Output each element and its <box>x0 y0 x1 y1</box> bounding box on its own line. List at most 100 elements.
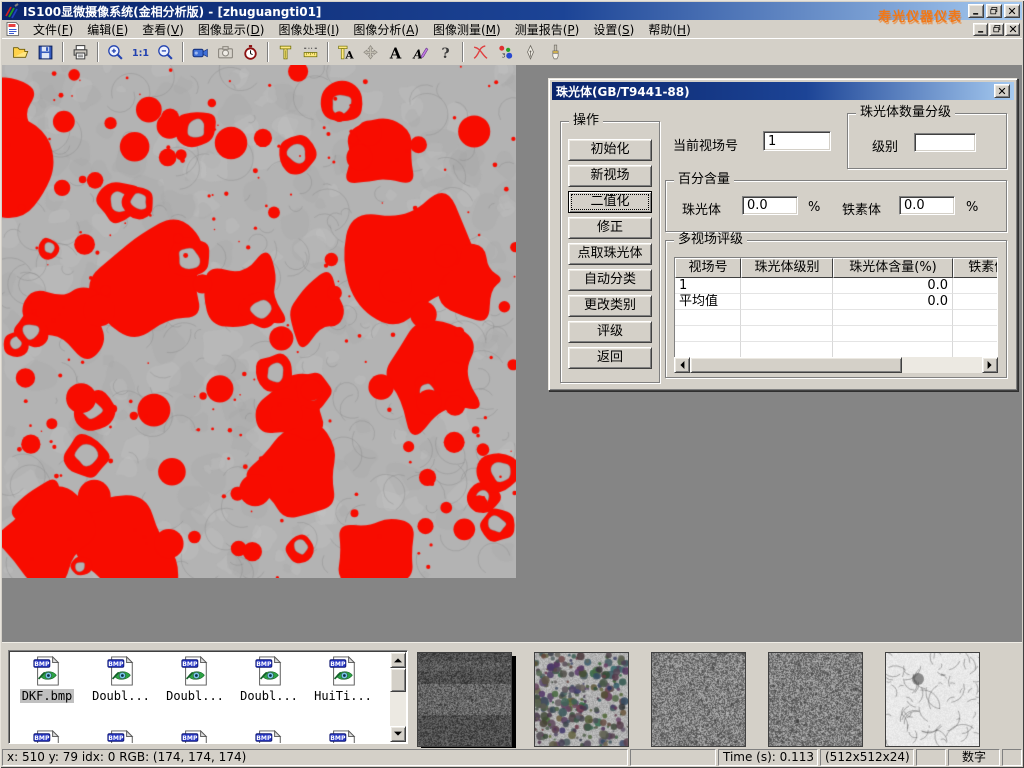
table-row[interactable] <box>675 342 998 358</box>
operation-group: 操作 初始化新视场二值化修正点取珠光体自动分类更改类别评级返回 <box>560 121 660 383</box>
table-row[interactable] <box>675 310 998 326</box>
op-button-2[interactable]: 新视场 <box>568 165 652 187</box>
grade-level-input[interactable] <box>914 133 976 152</box>
op-button-8[interactable]: 评级 <box>568 321 652 343</box>
table-row[interactable]: 10.0 <box>675 278 998 294</box>
menu-i[interactable]: 图像处理(I) <box>271 22 346 38</box>
move-button[interactable] <box>358 41 383 64</box>
actual-size-icon: 1:1 <box>132 44 149 61</box>
table-header-4[interactable]: 铁素体含量(%) <box>953 258 998 278</box>
zoom-out-button[interactable] <box>153 41 178 64</box>
op-button-5[interactable]: 点取珠光体 <box>568 243 652 265</box>
save-button[interactable] <box>33 41 58 64</box>
file-item[interactable]: BMP <box>307 730 379 744</box>
bmp-file-icon: BMP <box>254 656 284 686</box>
close-button[interactable] <box>1004 4 1020 18</box>
ruler-button[interactable] <box>298 41 323 64</box>
op-button-7[interactable]: 更改类别 <box>568 295 652 317</box>
pearlite-label: 珠光体 <box>682 199 721 218</box>
op-button-3[interactable]: 二值化 <box>568 191 652 213</box>
toolbar-separator <box>462 42 464 62</box>
menu-a[interactable]: 图像分析(A) <box>346 22 426 38</box>
thumbnail-2[interactable] <box>534 652 629 747</box>
rating-table[interactable]: 视场号珠光体级别珠光体含量(%)铁素体含量(%) 10.0平均值0.0 <box>674 257 998 359</box>
pearlite-percent-input[interactable] <box>742 196 798 215</box>
thumbnail-3[interactable] <box>651 652 746 747</box>
table-header-1[interactable]: 视场号 <box>675 258 741 278</box>
brush-icon <box>547 44 564 61</box>
op-button-1[interactable]: 初始化 <box>568 139 652 161</box>
open-file-button[interactable] <box>8 41 33 64</box>
zoom-in-icon <box>107 44 124 61</box>
menu-d[interactable]: 图像显示(D) <box>191 22 272 38</box>
scrollbar-thumb[interactable] <box>390 668 406 692</box>
op-button-6[interactable]: 自动分类 <box>568 269 652 291</box>
text-button[interactable]: A <box>383 41 408 64</box>
timer-icon <box>242 44 259 61</box>
multifield-group: 多视场评级 视场号珠光体级别珠光体含量(%)铁素体含量(%) 10.0平均值0.… <box>665 240 1007 378</box>
micrograph-image[interactable] <box>2 65 516 578</box>
op-button-9[interactable]: 返回 <box>568 347 652 369</box>
measure-text-button[interactable]: A <box>333 41 358 64</box>
file-item[interactable]: BMP <box>233 730 305 744</box>
video-camera-button[interactable] <box>188 41 213 64</box>
file-item[interactable]: BMPDoubl... <box>233 656 305 703</box>
menu-s[interactable]: 设置(S) <box>586 22 641 38</box>
svg-text:?: ? <box>441 45 449 60</box>
caliper-button[interactable] <box>273 41 298 64</box>
child-restore-button[interactable] <box>989 23 1004 36</box>
thumbnail-5[interactable] <box>885 652 980 747</box>
file-item[interactable]: BMP <box>11 730 83 744</box>
current-field-input[interactable] <box>763 131 831 151</box>
svg-text:BMP: BMP <box>34 735 50 742</box>
restore-button[interactable] <box>986 4 1002 18</box>
scroll-down-button[interactable] <box>390 726 406 742</box>
child-close-button[interactable] <box>1005 23 1020 36</box>
dialog-title-bar[interactable]: 珠光体(GB/T9441-88) <box>552 82 1014 100</box>
thumbnail-1[interactable] <box>417 652 512 747</box>
edit-text-button[interactable]: A <box>408 41 433 64</box>
toolbar-separator <box>267 42 269 62</box>
calibration-curve-icon <box>472 44 489 61</box>
file-list-scrollbar[interactable] <box>390 652 406 742</box>
status-bar: x: 510 y: 79 idx: 0 RGB: (174, 174, 174)… <box>2 748 1022 766</box>
scrollbar-thumb[interactable] <box>690 357 902 373</box>
scroll-left-button[interactable] <box>674 357 690 373</box>
menu-e[interactable]: 编辑(E) <box>80 22 135 38</box>
minimize-button[interactable] <box>968 4 984 18</box>
thumbnail-4[interactable] <box>768 652 863 747</box>
table-row[interactable]: 平均值0.0 <box>675 294 998 310</box>
table-header-3[interactable]: 珠光体含量(%) <box>833 258 953 278</box>
file-item[interactable]: BMP <box>159 730 231 744</box>
op-button-4[interactable]: 修正 <box>568 217 652 239</box>
file-item[interactable]: BMPDKF.bmp <box>11 656 83 703</box>
help-button[interactable]: ? <box>433 41 458 64</box>
scroll-up-button[interactable] <box>390 652 406 668</box>
child-minimize-button[interactable] <box>973 23 988 36</box>
print-button[interactable] <box>68 41 93 64</box>
zoom-in-button[interactable] <box>103 41 128 64</box>
file-item[interactable]: BMPDoubl... <box>85 656 157 703</box>
menu-v[interactable]: 查看(V) <box>135 22 191 38</box>
file-item[interactable]: BMPHuiTi... <box>307 656 379 703</box>
dialog-close-button[interactable] <box>994 84 1010 98</box>
classify-button[interactable]: 3 <box>493 41 518 64</box>
table-horizontal-scrollbar[interactable] <box>674 357 998 373</box>
file-item[interactable]: BMP <box>85 730 157 744</box>
table-header-2[interactable]: 珠光体级别 <box>741 258 833 278</box>
menu-h[interactable]: 帮助(H) <box>641 22 697 38</box>
table-cell <box>833 326 953 342</box>
table-row[interactable] <box>675 326 998 342</box>
brush-button[interactable] <box>543 41 568 64</box>
ferrite-percent-input[interactable] <box>899 196 955 215</box>
pen-button[interactable] <box>518 41 543 64</box>
file-item[interactable]: BMPDoubl... <box>159 656 231 703</box>
timer-button[interactable] <box>238 41 263 64</box>
camera-button[interactable] <box>213 41 238 64</box>
menu-p[interactable]: 测量报告(P) <box>508 22 587 38</box>
calibration-curve-button[interactable] <box>468 41 493 64</box>
menu-m[interactable]: 图像测量(M) <box>426 22 508 38</box>
menu-f[interactable]: 文件(F) <box>26 22 80 38</box>
actual-size-button[interactable]: 1:1 <box>128 41 153 64</box>
scroll-right-button[interactable] <box>982 357 998 373</box>
